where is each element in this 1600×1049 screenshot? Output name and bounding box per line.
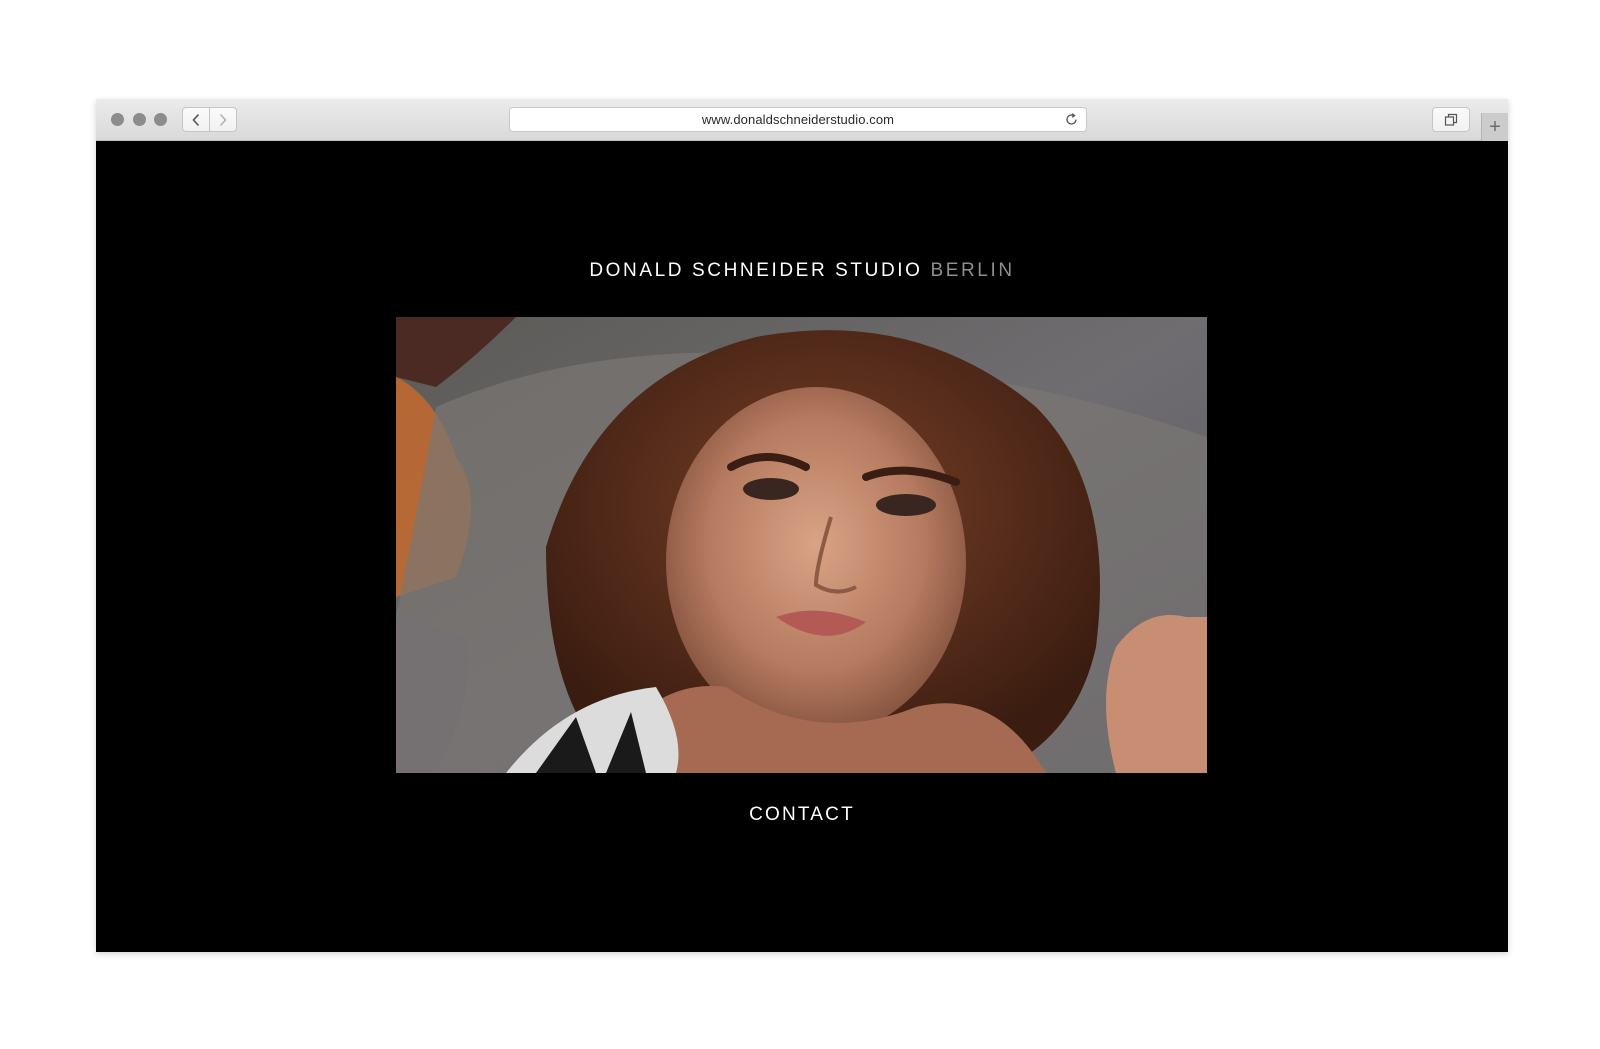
url-text: www.donaldschneiderstudio.com [701,112,895,127]
minimize-window-button[interactable] [133,113,146,126]
brand-city: BERLIN [930,260,1015,281]
chevron-right-icon [219,113,227,126]
hero-photo [396,317,1207,773]
back-button[interactable] [182,107,210,132]
contact-link[interactable]: CONTACT [96,804,1508,826]
brand-name: DONALD SCHNEIDER STUDIO [589,260,923,281]
close-window-button[interactable] [111,113,124,126]
chevron-left-icon [192,113,200,126]
forward-button[interactable] [209,107,237,132]
new-tab-button[interactable]: + [1481,113,1508,141]
zoom-window-button[interactable] [154,113,167,126]
plus-icon: + [1489,116,1501,138]
tab-overview-icon [1444,113,1458,126]
page-content: DONALD SCHNEIDER STUDIO BERLIN CONTACT [96,141,1508,952]
browser-toolbar: www.donaldschneiderstudio.com + [96,99,1508,141]
site-title[interactable]: DONALD SCHNEIDER STUDIO BERLIN [96,260,1508,282]
portrait-image [396,317,1207,773]
reload-icon[interactable] [1064,112,1079,127]
tab-overview-button[interactable] [1432,107,1470,132]
address-bar[interactable]: www.donaldschneiderstudio.com [509,107,1087,132]
browser-window: www.donaldschneiderstudio.com + DONALD S… [96,99,1508,952]
